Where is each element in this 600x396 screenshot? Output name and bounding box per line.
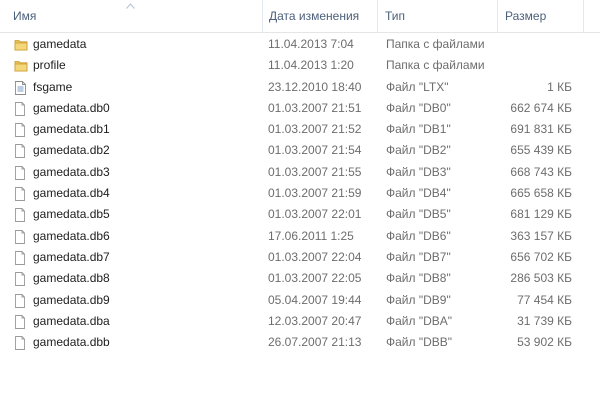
- sort-ascending-icon: [126, 3, 135, 9]
- file-name: gamedata.db9: [33, 292, 110, 307]
- file-row[interactable]: gamedata.dbb 26.07.2007 21:13 Файл "DBB" 53…: [0, 332, 600, 353]
- file-list: gamedata 11.04.2013 7:04 Папка с файлами pr…: [0, 34, 600, 353]
- file-size: 655 439 КБ: [510, 143, 572, 158]
- file-size: 363 157 КБ: [510, 228, 572, 243]
- file-name: gamedata.db6: [33, 228, 110, 243]
- file-row[interactable]: gamedata.db4 01.03.2007 21:59 Файл "DB4" 66…: [0, 183, 600, 204]
- file-icon: [14, 183, 28, 204]
- file-type: Файл "DB6": [386, 228, 451, 243]
- file-type: Файл "DB5": [386, 207, 451, 222]
- file-type: Файл "LTX": [386, 79, 449, 94]
- file-date-modified: 17.06.2011 1:25: [268, 228, 354, 243]
- file-row[interactable]: gamedata.db9 05.04.2007 19:44 Файл "DB9" 77…: [0, 290, 600, 311]
- file-type: Файл "DBA": [386, 313, 453, 328]
- column-header-name[interactable]: Имя: [13, 0, 36, 33]
- file-date-modified: 11.04.2013 7:04: [268, 37, 354, 51]
- file-name: gamedata.db4: [33, 186, 110, 201]
- file-type: Папка с файлами: [386, 58, 485, 73]
- file-name: gamedata.dba: [33, 313, 110, 328]
- file-type: Файл "DB9": [386, 292, 451, 307]
- file-name: gamedata.db3: [33, 164, 110, 179]
- file-row[interactable]: gamedata.db0 01.03.2007 21:51 Файл "DB0" 66…: [0, 98, 600, 119]
- file-size: 656 702 КБ: [510, 249, 572, 264]
- file-row[interactable]: gamedata.db6 17.06.2011 1:25 Файл "DB6" 363…: [0, 226, 600, 247]
- file-date-modified: 01.03.2007 21:52: [268, 122, 362, 137]
- file-date-modified: 01.03.2007 21:59: [268, 186, 362, 201]
- file-row[interactable]: gamedata.db8 01.03.2007 22:05 Файл "DB8" 28…: [0, 268, 600, 289]
- file-name: gamedata.db7: [33, 249, 110, 264]
- column-divider[interactable]: [377, 0, 378, 33]
- file-row[interactable]: profile 11.04.2013 1:20 Папка с файлами: [0, 55, 600, 76]
- file-row[interactable]: gamedata.db5 01.03.2007 22:01 Файл "DB5" 68…: [0, 204, 600, 225]
- file-type: Файл "DB3": [386, 164, 451, 179]
- file-size: 668 743 КБ: [510, 164, 572, 179]
- file-row[interactable]: gamedata.db7 01.03.2007 22:04 Файл "DB7" 65…: [0, 247, 600, 268]
- column-divider[interactable]: [262, 0, 263, 33]
- file-type: Файл "DB7": [386, 249, 451, 264]
- file-type: Файл "DB4": [386, 186, 451, 201]
- file-row[interactable]: fsgame 23.12.2010 18:40 Файл "LTX" 1 КБ: [0, 77, 600, 98]
- column-header-date[interactable]: Дата изменения: [269, 0, 359, 33]
- file-type: Папка с файлами: [386, 37, 485, 51]
- file-date-modified: 01.03.2007 21:55: [268, 164, 362, 179]
- file-type: Файл "DB2": [386, 143, 451, 158]
- file-name: gamedata.db0: [33, 100, 110, 115]
- file-date-modified: 12.03.2007 20:47: [268, 313, 362, 328]
- file-date-modified: 23.12.2010 18:40: [268, 79, 362, 94]
- file-icon: [14, 98, 28, 119]
- file-size: 662 674 КБ: [510, 100, 572, 115]
- folder-icon: [14, 34, 28, 55]
- file-size: 77 454 КБ: [517, 292, 572, 307]
- file-icon: [14, 226, 28, 247]
- file-date-modified: 01.03.2007 22:04: [268, 249, 362, 264]
- file-type: Файл "DB8": [386, 271, 451, 286]
- file-icon: [14, 290, 28, 311]
- file-name: gamedata.db8: [33, 271, 110, 286]
- file-row[interactable]: gamedata.dba 12.03.2007 20:47 Файл "DBA" 31…: [0, 311, 600, 332]
- file-size: 665 658 КБ: [510, 186, 572, 201]
- file-date-modified: 01.03.2007 22:01: [268, 207, 362, 222]
- file-row[interactable]: gamedata 11.04.2013 7:04 Папка с файлами: [0, 34, 600, 55]
- file-size: 31 739 КБ: [517, 313, 572, 328]
- file-size: 691 831 КБ: [510, 122, 572, 137]
- column-header-type[interactable]: Тип: [385, 0, 405, 33]
- file-icon: [14, 311, 28, 332]
- file-size: 53 902 КБ: [517, 335, 572, 350]
- column-divider[interactable]: [583, 0, 584, 33]
- column-header-size[interactable]: Размер: [505, 0, 546, 33]
- file-name: profile: [33, 58, 66, 73]
- file-name: gamedata.db2: [33, 143, 110, 158]
- file-icon: [14, 204, 28, 225]
- file-type: Файл "DB0": [386, 100, 451, 115]
- file-date-modified: 01.03.2007 21:54: [268, 143, 362, 158]
- text-file-icon: [14, 77, 28, 98]
- file-icon: [14, 268, 28, 289]
- file-name: gamedata.dbb: [33, 335, 110, 350]
- file-type: Файл "DBB": [386, 335, 453, 350]
- column-header-bar: Имя Дата изменения Тип Размер: [0, 0, 600, 33]
- file-icon: [14, 332, 28, 353]
- file-icon: [14, 119, 28, 140]
- file-type: Файл "DB1": [386, 122, 451, 137]
- file-size: 681 129 КБ: [510, 207, 572, 222]
- file-name: gamedata: [33, 37, 87, 51]
- file-date-modified: 01.03.2007 22:05: [268, 271, 362, 286]
- file-size: 286 503 КБ: [510, 271, 572, 286]
- file-icon: [14, 247, 28, 268]
- file-size: 1 КБ: [547, 79, 572, 94]
- column-divider[interactable]: [497, 0, 498, 33]
- file-date-modified: 26.07.2007 21:13: [268, 335, 362, 350]
- file-date-modified: 05.04.2007 19:44: [268, 292, 362, 307]
- file-date-modified: 11.04.2013 1:20: [268, 58, 354, 73]
- file-icon: [14, 140, 28, 161]
- file-row[interactable]: gamedata.db1 01.03.2007 21:52 Файл "DB1" 69…: [0, 119, 600, 140]
- file-row[interactable]: gamedata.db3 01.03.2007 21:55 Файл "DB3" 66…: [0, 162, 600, 183]
- file-name: gamedata.db1: [33, 122, 110, 137]
- file-date-modified: 01.03.2007 21:51: [268, 100, 362, 115]
- file-name: gamedata.db5: [33, 207, 110, 222]
- folder-icon: [14, 55, 28, 76]
- file-icon: [14, 162, 28, 183]
- file-name: fsgame: [33, 79, 73, 94]
- file-row[interactable]: gamedata.db2 01.03.2007 21:54 Файл "DB2" 65…: [0, 140, 600, 161]
